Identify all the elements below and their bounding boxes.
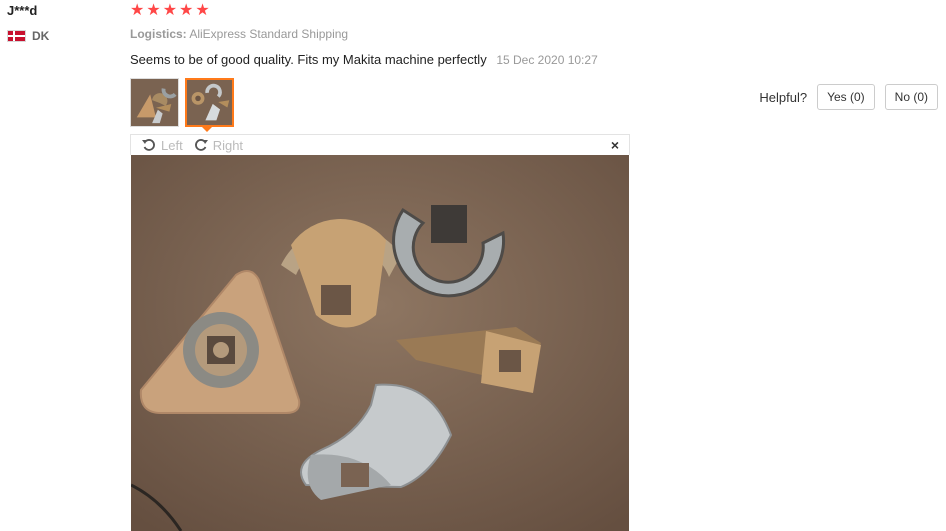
review-thumbnail[interactable] — [130, 78, 179, 127]
logistics-info: Logistics: AliExpress Standard Shipping — [130, 27, 348, 41]
review-text: Seems to be of good quality. Fits my Mak… — [130, 52, 487, 67]
rotate-right-label: Right — [212, 137, 244, 153]
review-photo — [131, 155, 629, 531]
star-icon: ★ — [162, 2, 178, 19]
rotate-right-icon — [194, 139, 208, 151]
flag-icon — [7, 30, 26, 42]
rotate-left-icon — [142, 139, 155, 151]
logistics-value: AliExpress Standard Shipping — [189, 27, 349, 41]
image-viewer-toolbar: Left Right × — [130, 134, 630, 155]
review-thumbnails — [130, 78, 234, 127]
helpful-yes-button[interactable]: Yes (0) — [817, 84, 875, 110]
star-icon: ★ — [179, 2, 194, 19]
reviewer-name: J***d — [7, 3, 38, 18]
star-rating: ★ ★ ★ ★ ★ — [130, 2, 210, 20]
rotate-left-button[interactable]: Left — [141, 137, 183, 153]
helpful-label: Helpful? — [759, 89, 808, 105]
rotate-right-button[interactable]: Right — [193, 137, 243, 153]
logistics-label: Logistics: — [130, 27, 187, 41]
close-icon[interactable]: × — [611, 137, 619, 153]
country-code: DK — [32, 29, 50, 43]
helpful-no-button[interactable]: No (0) — [884, 84, 938, 110]
reviewer-country: DK — [7, 29, 49, 43]
helpful-section: Helpful? Yes (0) No (0) — [759, 84, 938, 110]
rotate-left-label: Left — [161, 137, 183, 153]
star-icon: ★ — [195, 2, 210, 19]
star-icon: ★ — [146, 2, 161, 19]
star-icon: ★ — [130, 2, 145, 19]
active-thumbnail-caret — [201, 126, 213, 132]
review-thumbnail-active[interactable] — [185, 78, 234, 127]
review-body: Seems to be of good quality. Fits my Mak… — [130, 52, 598, 67]
review-date: 15 Dec 2020 10:27 — [496, 53, 598, 67]
